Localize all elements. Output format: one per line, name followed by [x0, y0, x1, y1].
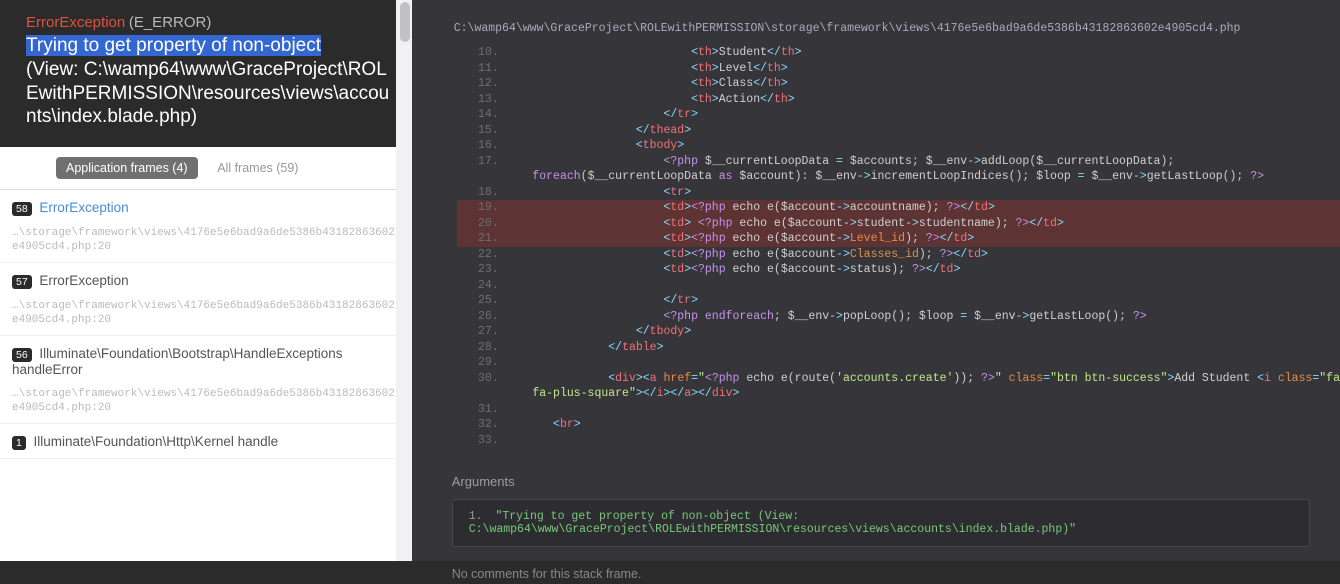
- code-line: 16. <tbody>: [457, 138, 1340, 154]
- frame-path: …\storage\framework\views\4176e5e6bad9a6…: [12, 387, 398, 416]
- code-line: 18. <tr>: [457, 185, 1340, 201]
- code-line: 32. <br>: [457, 417, 1340, 433]
- error-type: (E_ERROR): [129, 14, 212, 31]
- code-line: 10. <th>Student</th>: [457, 45, 1340, 61]
- code-line: 33.: [457, 433, 1340, 449]
- code-line: 12. <th>Class</th>: [457, 76, 1340, 92]
- frame-number: 56: [12, 348, 32, 362]
- frame-path: …\storage\framework\views\4176e5e6bad9a6…: [12, 299, 398, 328]
- frame-number: 58: [12, 202, 32, 216]
- stack-frame[interactable]: 1 Illuminate\Foundation\Http\Kernel hand…: [0, 424, 412, 459]
- frames-list: 58 ErrorException …\storage\framework\vie…: [0, 190, 412, 459]
- tab-application-frames[interactable]: Application frames (4): [56, 157, 198, 179]
- frame-title: Illuminate\Foundation\Http\Kernel handle: [33, 434, 278, 449]
- code-view: 10. <th>Student</th>11. <th>Level</th>12…: [412, 45, 1340, 456]
- code-line: 23. <td><?php echo e($account->status); …: [457, 262, 1340, 278]
- code-line: 19. <td><?php echo e($account->accountna…: [457, 200, 1340, 216]
- arguments-title: Arguments: [452, 474, 1340, 489]
- scrollbar-thumb[interactable]: [400, 2, 410, 42]
- frame-tabs: Application frames (4) All frames (59): [0, 147, 412, 190]
- stack-frame[interactable]: 57 ErrorException …\storage\framework\vie…: [0, 263, 412, 336]
- arguments-section: Arguments 1. "Trying to get property of …: [412, 456, 1340, 553]
- code-line: 27. </tbody>: [457, 324, 1340, 340]
- code-line: 13. <th>Action</th>: [457, 92, 1340, 108]
- frame-number: 57: [12, 275, 32, 289]
- sidebar: ErrorException (E_ERROR) Trying to get p…: [0, 0, 412, 561]
- code-line: 26. <?php endforeach; $__env->popLoop();…: [457, 309, 1340, 325]
- file-path: C:\wamp64\www\GraceProject\ROLEwithPERMI…: [412, 0, 1340, 45]
- code-line: 24.: [457, 278, 1340, 294]
- error-name: ErrorException: [26, 14, 125, 31]
- code-line: 30. <div><a href="<?php echo e(route('ac…: [457, 371, 1340, 402]
- frame-number: 1: [12, 436, 26, 450]
- frame-path: …\storage\framework\views\4176e5e6bad9a6…: [12, 226, 398, 255]
- arguments-box: 1. "Trying to get property of non-object…: [452, 499, 1310, 547]
- code-line: 22. <td><?php echo e($account->Classes_i…: [457, 247, 1340, 263]
- code-line: 25. </tr>: [457, 293, 1340, 309]
- error-message: Trying to get property of non-object (Vi…: [26, 34, 392, 129]
- stack-frame[interactable]: 56 Illuminate\Foundation\Bootstrap\Handl…: [0, 336, 412, 424]
- frame-title: ErrorException: [39, 273, 128, 288]
- tab-all-frames[interactable]: All frames (59): [207, 157, 308, 179]
- scrollbar[interactable]: [396, 0, 412, 561]
- code-line: 11. <th>Level</th>: [457, 61, 1340, 77]
- code-line: 21. <td><?php echo e($account->Level_id)…: [457, 231, 1340, 247]
- main-panel: C:\wamp64\www\GraceProject\ROLEwithPERMI…: [412, 0, 1340, 561]
- code-line: 29.: [457, 355, 1340, 371]
- comments-note: No comments for this stack frame.: [412, 553, 1340, 581]
- code-line: 20. <td> <?php echo e($account->student-…: [457, 216, 1340, 232]
- code-line: 15. </thead>: [457, 123, 1340, 139]
- frame-title: Illuminate\Foundation\Bootstrap\HandleEx…: [12, 346, 343, 377]
- error-header: ErrorException (E_ERROR) Trying to get p…: [0, 0, 412, 147]
- code-line: 17. <?php $__currentLoopData = $accounts…: [457, 154, 1340, 185]
- code-line: 31.: [457, 402, 1340, 418]
- code-line: 14. </tr>: [457, 107, 1340, 123]
- frame-title: ErrorException: [39, 200, 128, 215]
- code-line: 28. </table>: [457, 340, 1340, 356]
- stack-frame[interactable]: 58 ErrorException …\storage\framework\vie…: [0, 190, 412, 263]
